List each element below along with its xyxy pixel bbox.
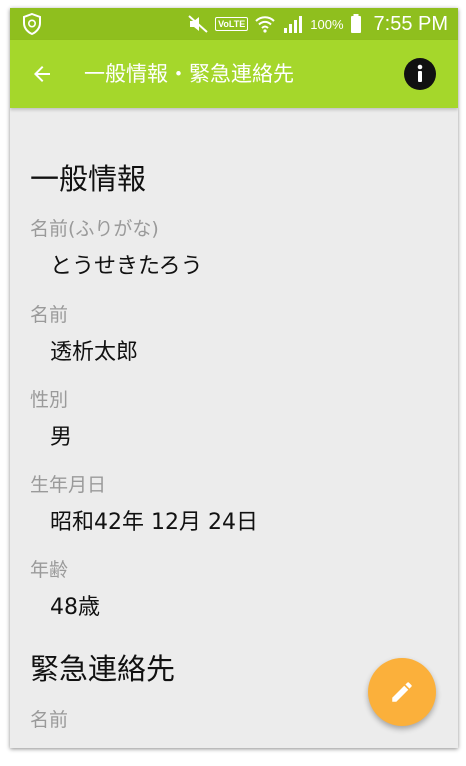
gender-value: 男 <box>50 425 73 450</box>
shield-icon <box>23 13 41 35</box>
age-value: 48歳 <box>50 595 100 620</box>
status-icons: VoLTE 100% 7:55 PM <box>187 8 448 40</box>
furigana-label: 名前(ふりがな) <box>30 218 159 240</box>
phone-screen: VoLTE 100% 7:55 PM 一般情報・緊急連絡先 一般情報 名前(ふり… <box>10 8 458 748</box>
page-title: 一般情報・緊急連絡先 <box>84 62 294 86</box>
signal-icon <box>284 16 303 33</box>
status-bar: VoLTE 100% 7:55 PM <box>10 8 458 40</box>
furigana-value: とうせきたろう <box>50 254 203 279</box>
battery-icon <box>350 14 361 33</box>
battery-percent: 100% <box>310 16 344 32</box>
info-icon[interactable] <box>404 58 436 90</box>
name-value: 透析太郎 <box>50 340 139 365</box>
general-info-heading: 一般情報 <box>30 162 147 196</box>
mute-icon <box>188 15 208 33</box>
detail-content[interactable]: 一般情報 名前(ふりがな) とうせきたろう 名前 透析太郎 性別 男 生年月日 … <box>10 108 458 748</box>
arrow-left-icon[interactable] <box>30 62 54 86</box>
gender-label: 性別 <box>30 389 69 411</box>
edit-button[interactable] <box>368 658 436 726</box>
age-label: 年齢 <box>30 559 69 581</box>
status-clock: 7:55 PM <box>373 12 448 35</box>
app-bar: 一般情報・緊急連絡先 <box>10 40 458 108</box>
volte-badge: VoLTE <box>215 17 249 31</box>
emergency-name-label: 名前 <box>30 709 69 731</box>
birthdate-label: 生年月日 <box>30 474 107 496</box>
wifi-icon <box>255 16 275 33</box>
name-label: 名前 <box>30 304 69 326</box>
pencil-icon <box>392 682 412 702</box>
birthdate-value: 昭和42年 12月 24日 <box>50 510 258 535</box>
emergency-contact-heading: 緊急連絡先 <box>30 652 176 686</box>
